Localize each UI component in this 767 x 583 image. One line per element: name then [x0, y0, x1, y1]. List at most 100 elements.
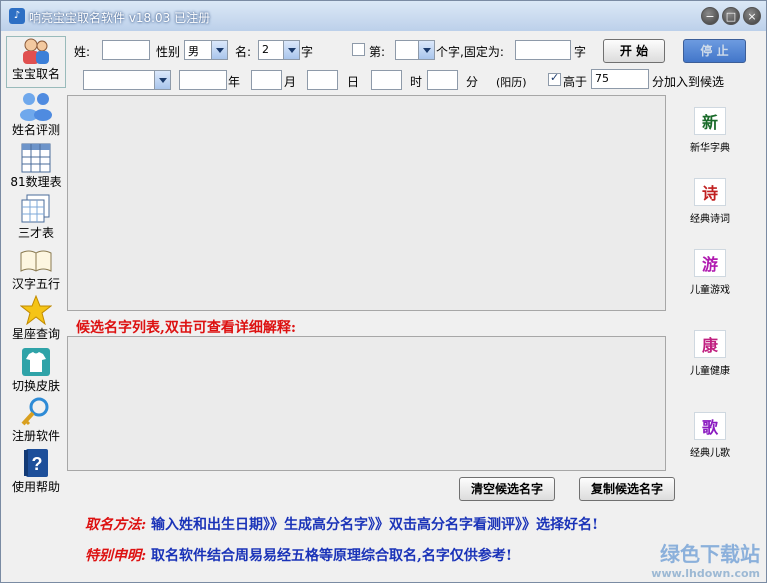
- sidebar-item-label: 宝宝取名: [11, 67, 60, 81]
- surname-input[interactable]: [102, 40, 150, 60]
- sidebar-item-label: 汉字五行: [11, 277, 60, 291]
- minimize-button[interactable]: −: [701, 7, 719, 25]
- naming-method-line: 取名方法: 输入姓和出生日期》》生成高分名字》》双击高分名字看测评》》选择好名!: [85, 514, 598, 534]
- min-score-checkbox[interactable]: [548, 71, 561, 86]
- stop-button[interactable]: 停 止: [683, 39, 746, 63]
- birth-hour-input[interactable]: [371, 70, 402, 90]
- people-icon: [20, 93, 52, 121]
- client-area: 宝宝取名 姓名评测 81数理表 三才表 汉字五行 星座查询 切换皮肤 注册软件 …: [1, 31, 766, 582]
- fixed-char-checkbox[interactable]: [352, 43, 365, 56]
- name-length-label: 名:: [235, 45, 252, 59]
- chevron-down-icon[interactable]: [154, 71, 170, 89]
- tool-classic-songs[interactable]: 歌 经典儿歌: [678, 412, 742, 459]
- surname-label: 姓:: [74, 45, 91, 59]
- gender-select[interactable]: 男: [184, 40, 228, 60]
- sidebar-item-81-table[interactable]: 81数理表: [7, 143, 65, 193]
- game-icon: 游: [694, 249, 726, 277]
- name-length-value: 2: [262, 43, 269, 56]
- sidebar-item-label: 姓名评测: [11, 123, 60, 137]
- year-label: 年: [228, 75, 241, 89]
- chevron-down-icon[interactable]: [283, 41, 299, 59]
- min-score-label: 高于: [563, 75, 588, 89]
- minute-label: 分: [466, 75, 479, 89]
- birth-day-input[interactable]: [307, 70, 338, 90]
- tool-kids-games[interactable]: 游 儿童游戏: [678, 249, 742, 296]
- month-label: 月: [284, 75, 297, 89]
- solar-calendar-note: (阳历): [496, 76, 527, 89]
- gender-label: 性别: [156, 45, 181, 59]
- tool-label: 儿童健康: [690, 366, 730, 377]
- sidebar-item-label: 星座查询: [11, 327, 60, 341]
- candidate-list-title: 候选名字列表,双击可查看详细解释:: [76, 320, 297, 336]
- sidebar-item-label: 三才表: [17, 226, 54, 240]
- sheets-icon: [21, 194, 50, 223]
- min-score-suffix: 分加入到候选: [652, 75, 725, 89]
- watermark-url: www.lhdown.com: [651, 567, 760, 580]
- calendar-type-select[interactable]: [83, 70, 171, 90]
- maximize-button[interactable]: □: [722, 7, 740, 25]
- tool-kids-health[interactable]: 康 儿童健康: [678, 330, 742, 377]
- sidebar-item-name-test[interactable]: 姓名评测: [7, 91, 65, 141]
- sidebar-item-label: 注册软件: [11, 429, 60, 443]
- name-length-select[interactable]: 2: [258, 40, 300, 60]
- tool-label: 新华字典: [690, 143, 730, 154]
- table-icon: [21, 143, 51, 173]
- poem-icon: 诗: [694, 178, 726, 206]
- name-length-suffix: 字: [301, 45, 314, 59]
- fixed-char-suffix: 字: [574, 45, 587, 59]
- key-icon: [21, 397, 49, 426]
- watermark-brand: 绿色下载站: [660, 542, 760, 566]
- sidebar-item-help[interactable]: ? 使用帮助: [7, 448, 65, 498]
- dictionary-icon: 新: [694, 107, 726, 135]
- results-list[interactable]: [67, 95, 666, 311]
- clear-candidates-button[interactable]: 清空候选名字: [459, 477, 555, 501]
- start-button[interactable]: 开 始: [603, 39, 665, 63]
- naming-method-text: 输入姓和出生日期》》生成高分名字》》双击高分名字看测评》》选择好名!: [151, 517, 599, 533]
- fixed-char-input[interactable]: [515, 40, 571, 60]
- fixed-position-label: 第:: [369, 45, 386, 59]
- tool-label: 儿童游戏: [690, 285, 730, 296]
- birth-month-input[interactable]: [251, 70, 282, 90]
- sidebar-item-switch-skin[interactable]: 切换皮肤: [7, 347, 65, 397]
- sidebar-item-baby-naming[interactable]: 宝宝取名: [6, 36, 66, 88]
- tool-xinhua-dictionary[interactable]: 新 新华字典: [678, 107, 742, 154]
- disclaimer-text: 取名软件结合周易易经五格等原理综合取名,名字仅供参考!: [151, 548, 513, 564]
- day-label: 日: [347, 75, 360, 89]
- sidebar-item-label: 切换皮肤: [11, 379, 60, 393]
- svg-text:?: ?: [32, 454, 43, 474]
- shirt-icon: [22, 348, 50, 376]
- sidebar-item-hanzi-wuxing[interactable]: 汉字五行: [7, 245, 65, 295]
- health-icon: 康: [694, 330, 726, 358]
- fixed-char-label: 个字,固定为:: [436, 45, 504, 59]
- tool-classic-poems[interactable]: 诗 经典诗词: [678, 178, 742, 225]
- birth-minute-input[interactable]: [427, 70, 458, 90]
- sidebar-item-constellation[interactable]: 星座查询: [7, 295, 65, 345]
- hour-label: 时: [410, 75, 423, 89]
- app-window: ♪ 响亮宝宝取名软件 v18.03 已注册 − □ × 宝宝取名 姓名评测 81…: [0, 0, 767, 583]
- chevron-down-icon[interactable]: [418, 41, 434, 59]
- candidate-list[interactable]: [67, 336, 666, 471]
- sidebar-item-register[interactable]: 注册软件: [7, 397, 65, 447]
- window-title: 响亮宝宝取名软件 v18.03 已注册: [29, 11, 211, 25]
- close-button[interactable]: ×: [743, 7, 761, 25]
- tool-label: 经典儿歌: [690, 448, 730, 459]
- title-bar[interactable]: ♪ 响亮宝宝取名软件 v18.03 已注册 − □ ×: [1, 1, 766, 31]
- chevron-down-icon[interactable]: [211, 41, 227, 59]
- help-book-icon: ?: [24, 449, 48, 477]
- sidebar-item-label: 81数理表: [10, 175, 62, 189]
- sidebar-item-label: 使用帮助: [11, 480, 60, 494]
- tool-label: 经典诗词: [690, 214, 730, 225]
- star-icon: [20, 295, 52, 325]
- birth-year-input[interactable]: [179, 70, 227, 90]
- copy-candidates-button[interactable]: 复制候选名字: [579, 477, 675, 501]
- book-icon: [20, 250, 52, 272]
- gender-value: 男: [188, 45, 199, 58]
- naming-method-key: 取名方法:: [85, 517, 147, 533]
- fixed-position-select[interactable]: [395, 40, 435, 60]
- baby-icon: [23, 38, 49, 64]
- disclaimer-line: 特别申明: 取名软件结合周易易经五格等原理综合取名,名字仅供参考!: [85, 545, 512, 565]
- sidebar-item-sancai-table[interactable]: 三才表: [7, 194, 65, 244]
- app-logo-icon: ♪: [9, 8, 25, 24]
- disclaimer-key: 特别申明:: [85, 548, 147, 564]
- min-score-input[interactable]: 75: [591, 69, 649, 89]
